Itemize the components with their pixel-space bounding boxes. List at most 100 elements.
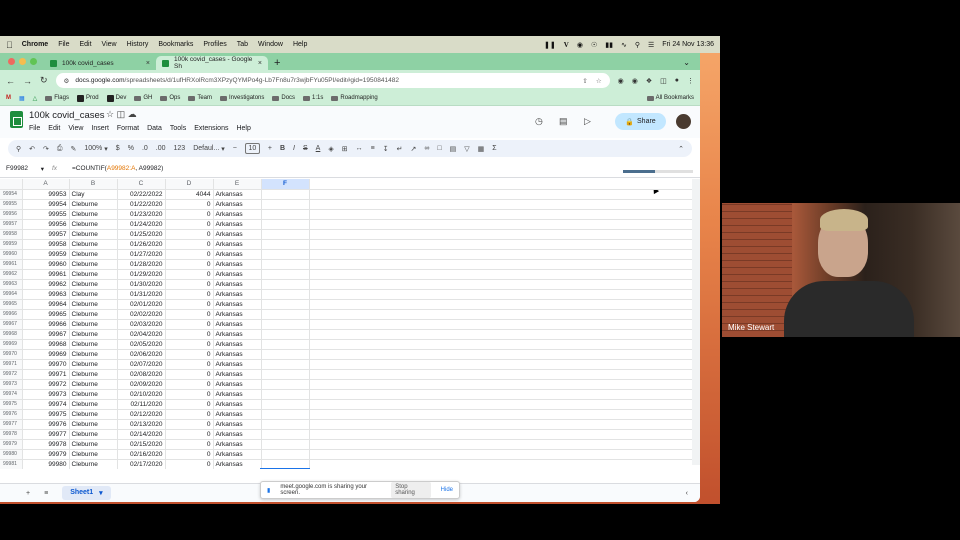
cell-empty[interactable] bbox=[309, 189, 692, 200]
vertical-scrollbar[interactable] bbox=[692, 179, 700, 465]
cell-d[interactable]: 0 bbox=[165, 409, 214, 420]
table-row[interactable]: 99963 99962 Cleburne 01/30/2020 0 Arkansas bbox=[0, 279, 692, 290]
sheet-tab[interactable]: Sheet1 ▾ bbox=[62, 486, 111, 500]
cell-d[interactable]: 0 bbox=[165, 259, 214, 270]
drive-icon[interactable]: △ bbox=[33, 95, 38, 102]
cell-d[interactable]: 0 bbox=[165, 279, 214, 290]
cell-b[interactable]: Cleburne bbox=[69, 329, 118, 340]
cell-empty[interactable] bbox=[309, 359, 692, 370]
cell-a[interactable]: 99956 bbox=[22, 219, 70, 230]
calendar-icon[interactable]: ▦ bbox=[19, 95, 25, 102]
new-tab-icon[interactable]: + bbox=[274, 56, 280, 70]
row-header[interactable]: 99959 bbox=[0, 239, 23, 250]
cell-f[interactable] bbox=[261, 379, 310, 390]
borders-icon[interactable]: ⊞ bbox=[342, 145, 348, 153]
cell-d[interactable]: 0 bbox=[165, 459, 214, 469]
row-header[interactable]: 99967 bbox=[0, 319, 23, 330]
search-menus-icon[interactable]: ⚲ bbox=[16, 145, 21, 153]
cell-e[interactable]: Arkansas bbox=[213, 319, 262, 330]
table-row[interactable]: 99975 99974 Cleburne 02/11/2020 0 Arkansas bbox=[0, 399, 692, 410]
cell-f[interactable] bbox=[261, 209, 310, 220]
cell-empty[interactable] bbox=[309, 289, 692, 300]
menubar-help[interactable]: Help bbox=[293, 41, 307, 48]
table-row[interactable]: 99973 99972 Cleburne 02/09/2020 0 Arkansas bbox=[0, 379, 692, 390]
cell-b[interactable]: Cleburne bbox=[69, 289, 118, 300]
cell-d[interactable]: 0 bbox=[165, 449, 214, 460]
cell-d[interactable]: 0 bbox=[165, 229, 214, 240]
text-color-icon[interactable]: A bbox=[316, 145, 321, 152]
bookmark-flags[interactable]: Flags bbox=[45, 95, 69, 101]
table-row[interactable]: 99980 99979 Cleburne 02/16/2020 0 Arkansas bbox=[0, 449, 692, 460]
side-panel-icon[interactable]: ◫ bbox=[660, 77, 667, 85]
cell-b[interactable]: Cleburne bbox=[69, 449, 118, 460]
row-header[interactable]: 99965 bbox=[0, 299, 23, 310]
cell-c[interactable]: 02/05/2020 bbox=[117, 339, 166, 350]
cell-e[interactable]: Arkansas bbox=[213, 329, 262, 340]
cell-e[interactable]: Arkansas bbox=[213, 209, 262, 220]
hide-button[interactable]: Hide bbox=[441, 487, 453, 493]
cell-e[interactable]: Arkansas bbox=[213, 309, 262, 320]
cell-a[interactable]: 99974 bbox=[22, 399, 70, 410]
cell-a[interactable]: 99980 bbox=[22, 459, 70, 469]
row-header[interactable]: 99964 bbox=[0, 289, 23, 300]
avatar[interactable] bbox=[676, 114, 691, 129]
row-header[interactable]: 99977 bbox=[0, 419, 23, 430]
puzzle-icon[interactable]: ❖ bbox=[646, 77, 652, 85]
cell-a[interactable]: 99975 bbox=[22, 409, 70, 420]
cell-b[interactable]: Cleburne bbox=[69, 249, 118, 260]
bookmark-ops[interactable]: Ops bbox=[160, 95, 180, 101]
row-header[interactable]: 99957 bbox=[0, 219, 23, 230]
cell-d[interactable]: 0 bbox=[165, 239, 214, 250]
cell-e[interactable]: Arkansas bbox=[213, 299, 262, 310]
font-select[interactable]: Defaul... ▾ bbox=[193, 145, 225, 153]
bookmark-roadmapping[interactable]: Roadmapping bbox=[331, 95, 378, 101]
pause-icon[interactable]: ❚❚ bbox=[544, 41, 556, 49]
cell-f[interactable] bbox=[261, 429, 310, 440]
cell-a[interactable]: 99979 bbox=[22, 449, 70, 460]
cell-c[interactable]: 02/10/2020 bbox=[117, 389, 166, 400]
share-page-icon[interactable]: ⇧ bbox=[582, 77, 587, 85]
menubar-app-name[interactable]: Chrome bbox=[22, 41, 48, 48]
cell-a[interactable]: 99954 bbox=[22, 199, 70, 210]
cell-a[interactable]: 99973 bbox=[22, 389, 70, 400]
menu-data[interactable]: Data bbox=[147, 125, 162, 132]
cell-d[interactable]: 0 bbox=[165, 389, 214, 400]
cell-e[interactable]: Arkansas bbox=[213, 449, 262, 460]
cell-f[interactable] bbox=[261, 309, 310, 320]
bookmark-star-icon[interactable]: ☆ bbox=[596, 77, 602, 85]
cell-empty[interactable] bbox=[309, 339, 692, 350]
sheets-logo-icon[interactable] bbox=[10, 111, 23, 128]
cell-b[interactable]: Cleburne bbox=[69, 349, 118, 360]
cell-b[interactable]: Cleburne bbox=[69, 359, 118, 370]
cell-b[interactable]: Cleburne bbox=[69, 419, 118, 430]
row-header[interactable]: 99978 bbox=[0, 429, 23, 440]
cell-empty[interactable] bbox=[309, 319, 692, 330]
cell-a[interactable]: 99971 bbox=[22, 369, 70, 380]
row-header[interactable]: 99966 bbox=[0, 309, 23, 320]
browser-tab-active[interactable]: 100k covid_cases - Google Sh × bbox=[156, 56, 268, 70]
row-header[interactable]: 99971 bbox=[0, 359, 23, 370]
table-row[interactable]: 99969 99968 Cleburne 02/05/2020 0 Arkansas bbox=[0, 339, 692, 350]
font-size-input[interactable]: 10 bbox=[244, 143, 260, 154]
cell-empty[interactable] bbox=[309, 419, 692, 430]
link-icon[interactable]: ∞ bbox=[424, 145, 429, 152]
accessibility-icon[interactable]: ☉ bbox=[591, 41, 597, 49]
column-header-e[interactable]: E bbox=[213, 179, 262, 190]
cell-d[interactable]: 0 bbox=[165, 209, 214, 220]
cell-e[interactable]: Arkansas bbox=[213, 389, 262, 400]
cell-f[interactable] bbox=[261, 259, 310, 270]
close-window-icon[interactable] bbox=[8, 58, 15, 65]
cell-empty[interactable] bbox=[309, 259, 692, 270]
cell-a[interactable]: 99957 bbox=[22, 229, 70, 240]
cell-a[interactable]: 99964 bbox=[22, 299, 70, 310]
cell-c[interactable]: 01/26/2020 bbox=[117, 239, 166, 250]
table-row[interactable]: 99981 99980 Cleburne 02/17/2020 0 Arkansas bbox=[0, 459, 692, 469]
menu-insert[interactable]: Insert bbox=[91, 125, 109, 132]
table-row[interactable]: 99959 99958 Cleburne 01/26/2020 0 Arkansas bbox=[0, 239, 692, 250]
cell-d[interactable]: 0 bbox=[165, 319, 214, 330]
cell-e[interactable]: Arkansas bbox=[213, 249, 262, 260]
cell-a[interactable]: 99969 bbox=[22, 349, 70, 360]
cell-d[interactable]: 0 bbox=[165, 429, 214, 440]
cell-empty[interactable] bbox=[309, 299, 692, 310]
cell-e[interactable]: Arkansas bbox=[213, 359, 262, 370]
